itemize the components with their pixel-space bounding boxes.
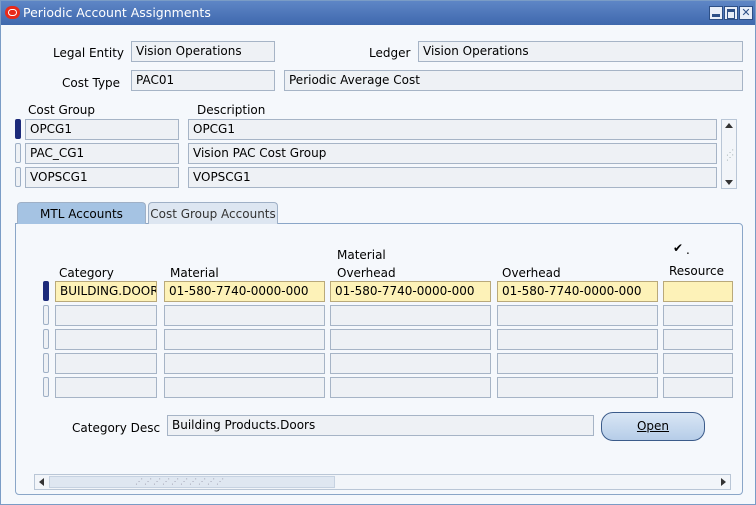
material-overhead-account-field[interactable] — [330, 305, 491, 326]
resource-account-field[interactable] — [663, 377, 733, 398]
material-overhead-account-field[interactable] — [330, 329, 491, 350]
scroll-grip-icon: ⋰ ⋰ — [726, 148, 734, 162]
checkbox-label: . — [686, 243, 690, 257]
open-button-label: Open — [636, 419, 670, 433]
scroll-up-icon[interactable] — [725, 123, 733, 128]
cost-group-description-field[interactable]: OPCG1 — [188, 119, 717, 140]
checkbox-icon[interactable]: ✔ — [673, 242, 685, 255]
category-desc-label: Category Desc — [72, 421, 161, 435]
overhead-column-header: Overhead — [502, 266, 561, 280]
cost-group-row-indicator[interactable] — [15, 119, 21, 139]
category-field[interactable] — [55, 305, 157, 326]
cost-group-row-indicator[interactable] — [15, 143, 21, 163]
overhead-account-field[interactable] — [497, 305, 658, 326]
account-row-indicator[interactable] — [43, 305, 49, 325]
legal-entity-field[interactable]: Vision Operations — [131, 41, 275, 62]
resource-account-field[interactable] — [663, 353, 733, 374]
account-row-indicator[interactable] — [43, 353, 49, 373]
account-row-indicator[interactable] — [43, 281, 49, 301]
material-overhead-account-field[interactable] — [330, 353, 491, 374]
resource-account-field[interactable] — [663, 305, 733, 326]
minimize-icon[interactable] — [709, 6, 723, 20]
category-field[interactable] — [55, 377, 157, 398]
open-button[interactable]: Open — [601, 412, 705, 441]
cost-type-field[interactable]: PAC01 — [131, 70, 275, 91]
material-account-field[interactable]: 01-580-7740-0000-000 — [164, 281, 325, 302]
ledger-field[interactable]: Vision Operations — [418, 41, 743, 62]
material-account-field[interactable] — [164, 377, 325, 398]
scroll-left-icon[interactable] — [39, 478, 44, 486]
material-overhead-account-field[interactable]: 01-580-7740-0000-000 — [330, 281, 491, 302]
material-overhead-account-field[interactable] — [330, 377, 491, 398]
scroll-right-icon[interactable] — [721, 478, 726, 486]
overhead-account-field[interactable] — [497, 353, 658, 374]
cost-group-field[interactable]: PAC_CG1 — [25, 143, 179, 164]
cost-group-field[interactable]: VOPSCG1 — [25, 167, 179, 188]
resource-account-field[interactable] — [663, 281, 733, 302]
overhead-account-field[interactable]: 01-580-7740-0000-000 — [497, 281, 658, 302]
material-account-field[interactable] — [164, 305, 325, 326]
cost-type-description-field: Periodic Average Cost — [284, 70, 743, 91]
category-desc-field: Building Products.Doors — [167, 415, 594, 436]
overhead-account-field[interactable] — [497, 329, 658, 350]
periodic-account-assignments-window: Periodic Account Assignments ✕ Legal Ent… — [0, 0, 756, 505]
account-row-indicator[interactable] — [43, 377, 49, 397]
title-bar: Periodic Account Assignments ✕ — [1, 1, 755, 25]
cost-group-description-field[interactable]: VOPSCG1 — [188, 167, 717, 188]
material-overhead-column-header-line2: Overhead — [337, 266, 396, 280]
cost-group-vertical-scrollbar[interactable]: ⋰ ⋰ — [721, 119, 737, 189]
ledger-label: Ledger — [369, 46, 411, 60]
resource-column-header: Resource — [669, 264, 725, 278]
cost-type-label: Cost Type — [62, 76, 121, 90]
window-title: Periodic Account Assignments — [23, 5, 211, 20]
cost-group-description-field[interactable]: Vision PAC Cost Group — [188, 143, 717, 164]
tab-mtl-accounts[interactable]: MTL Accounts — [17, 202, 146, 224]
account-row-indicator[interactable] — [43, 329, 49, 349]
category-field[interactable] — [55, 353, 157, 374]
overhead-account-field[interactable] — [497, 377, 658, 398]
material-account-field[interactable] — [164, 353, 325, 374]
tab-cost-group-accounts[interactable]: Cost Group Accounts — [148, 202, 278, 224]
category-column-header: Category — [59, 266, 114, 280]
scroll-grip-icon: ⋰⋰⋰⋰⋰⋰⋰⋰⋰⋰ — [135, 477, 225, 486]
legal-entity-label: Legal Entity — [53, 46, 125, 60]
maximize-icon[interactable] — [724, 6, 738, 20]
cost-group-column-header: Cost Group — [28, 103, 96, 117]
category-field[interactable]: BUILDING.DOOR — [55, 281, 157, 302]
category-field[interactable] — [55, 329, 157, 350]
cost-group-row-indicator[interactable] — [15, 167, 21, 187]
close-icon[interactable]: ✕ — [739, 6, 753, 20]
resource-account-field[interactable] — [663, 329, 733, 350]
scroll-down-icon[interactable] — [725, 180, 733, 185]
accounts-horizontal-scrollbar[interactable]: ⋰⋰⋰⋰⋰⋰⋰⋰⋰⋰ — [34, 474, 731, 490]
material-overhead-column-header-line1: Material — [337, 248, 386, 262]
material-account-field[interactable] — [164, 329, 325, 350]
description-column-header: Description — [197, 103, 266, 117]
cost-group-field[interactable]: OPCG1 — [25, 119, 179, 140]
material-column-header: Material — [170, 266, 219, 280]
oracle-logo-icon — [5, 6, 20, 19]
